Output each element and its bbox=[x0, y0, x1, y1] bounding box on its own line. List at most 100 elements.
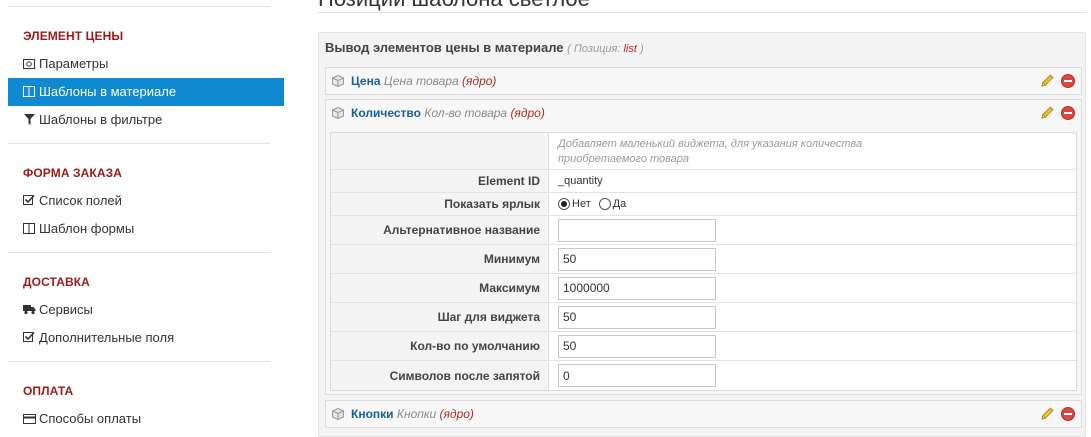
sidebar-item-label: Список полей bbox=[39, 193, 122, 208]
filter-icon bbox=[23, 114, 35, 126]
sidebar-item-extra-fields[interactable]: Дополнительные поля bbox=[8, 324, 284, 352]
cube-icon bbox=[332, 408, 344, 420]
sidebar-item-payment-methods[interactable]: Способы оплаты bbox=[8, 405, 284, 433]
element-desc: Кол-во товара (ядро) bbox=[424, 106, 545, 120]
delete-icon[interactable] bbox=[1061, 74, 1075, 88]
show-label-radios: Нет Да bbox=[558, 193, 634, 215]
alt-name-input[interactable] bbox=[558, 218, 716, 242]
radio-yes-label[interactable]: Да bbox=[613, 198, 627, 210]
divider bbox=[8, 143, 270, 144]
pencil-icon[interactable] bbox=[1039, 73, 1055, 89]
checkbox-icon bbox=[23, 194, 35, 206]
element-core-tag: (ядро) bbox=[510, 106, 545, 120]
param-label: Символов после запятой bbox=[331, 361, 549, 390]
element-header[interactable]: Цена Цена товара (ядро) bbox=[326, 68, 1081, 94]
param-value bbox=[558, 303, 716, 331]
position-prefix: ( Позиция: bbox=[567, 43, 621, 55]
element-buttons[interactable]: Кнопки Кнопки (ядро) bbox=[325, 400, 1082, 428]
param-row-step: Шаг для виджета bbox=[331, 303, 1076, 332]
element-quantity: Количество Кол-во товара (ядро) Добавляе… bbox=[325, 99, 1082, 395]
params-table: Добавляет маленький виджета, для указани… bbox=[330, 132, 1077, 391]
element-price[interactable]: Цена Цена товара (ядро) bbox=[325, 67, 1082, 95]
param-value bbox=[558, 332, 716, 360]
section-position: ( Позиция: list ) bbox=[567, 43, 644, 55]
element-title: Цена Цена товара (ядро) bbox=[351, 74, 496, 88]
sidebar-item-fields-list[interactable]: Список полей bbox=[8, 187, 284, 215]
radio-no[interactable] bbox=[558, 198, 570, 210]
param-row-minimum: Минимум bbox=[331, 245, 1076, 274]
sidebar-item-label: Шаблоны в материале bbox=[39, 84, 177, 99]
param-value bbox=[558, 245, 716, 273]
param-value bbox=[558, 361, 716, 390]
sidebar-item-label: Параметры bbox=[39, 56, 109, 71]
money-icon bbox=[23, 59, 35, 71]
element-description: Добавляет маленький виджета, для указани… bbox=[558, 138, 863, 165]
param-row-decimals: Символов после запятой bbox=[331, 361, 1076, 390]
param-label: Минимум bbox=[331, 245, 549, 273]
sidebar-item-label: Сервисы bbox=[39, 302, 93, 317]
credit-card-icon bbox=[23, 414, 36, 426]
columns-icon bbox=[23, 223, 35, 235]
section-title-text: Вывод элементов цены в материале bbox=[325, 40, 564, 55]
sidebar-item-services[interactable]: Сервисы bbox=[8, 296, 284, 324]
sidebar-heading-delivery: Доставка bbox=[23, 275, 90, 289]
sidebar-heading-price-element: Элемент цены bbox=[23, 29, 124, 43]
cube-icon bbox=[332, 107, 344, 119]
delete-icon[interactable] bbox=[1061, 407, 1075, 421]
pencil-icon[interactable] bbox=[1039, 105, 1055, 121]
cube-icon bbox=[332, 75, 344, 87]
columns-icon bbox=[23, 86, 35, 98]
element-desc-text: Кнопки bbox=[396, 407, 437, 421]
divider bbox=[8, 361, 270, 362]
divider bbox=[8, 252, 270, 253]
truck-icon bbox=[23, 304, 36, 316]
sidebar-item-parameters[interactable]: Параметры bbox=[8, 50, 284, 78]
position-section: Вывод элементов цены в материале ( Позиц… bbox=[318, 32, 1086, 437]
param-label: Element ID bbox=[331, 170, 549, 192]
decimals-input[interactable] bbox=[558, 364, 716, 387]
param-row-element-id: Element ID _quantity bbox=[331, 170, 1076, 193]
sidebar: Элемент цены Параметры Шаблоны в материа… bbox=[0, 0, 285, 437]
element-title: Кнопки Кнопки (ядро) bbox=[351, 407, 474, 421]
param-value bbox=[558, 216, 716, 244]
checkbox-icon bbox=[23, 331, 35, 343]
param-label: Шаг для виджета bbox=[331, 303, 549, 331]
element-header[interactable]: Кнопки Кнопки (ядро) bbox=[326, 401, 1081, 427]
element-desc-text: Кол-во товара bbox=[424, 106, 508, 120]
param-value bbox=[558, 274, 716, 302]
sidebar-item-label: Способы оплаты bbox=[39, 411, 142, 426]
minimum-input[interactable] bbox=[558, 247, 716, 271]
default-input[interactable] bbox=[558, 334, 716, 358]
radio-yes[interactable] bbox=[598, 198, 611, 210]
radio-no-label[interactable]: Нет bbox=[572, 198, 591, 210]
sidebar-item-templates-filter[interactable]: Шаблоны в фильтре bbox=[8, 106, 284, 134]
step-input[interactable] bbox=[558, 305, 716, 329]
sidebar-heading-payment: Оплата bbox=[23, 384, 74, 398]
param-row-maximum: Максимум bbox=[331, 274, 1076, 303]
divider bbox=[8, 6, 270, 7]
element-header[interactable]: Количество Кол-во товара (ядро) bbox=[326, 100, 1081, 126]
pencil-icon[interactable] bbox=[1039, 406, 1055, 422]
element-core-tag: (ядро) bbox=[439, 407, 474, 421]
maximum-input[interactable] bbox=[558, 276, 716, 300]
param-row-show-label: Показать ярлык Нет Да bbox=[331, 193, 1076, 216]
element-name: Количество bbox=[351, 106, 421, 120]
element-desc-text: Цена товара bbox=[383, 74, 459, 88]
sidebar-item-form-template[interactable]: Шаблон формы bbox=[8, 215, 284, 243]
element-desc: Цена товара (ядро) bbox=[384, 74, 497, 88]
delete-icon[interactable] bbox=[1061, 106, 1075, 120]
param-label: Показать ярлык bbox=[331, 193, 549, 215]
element-name: Цена bbox=[351, 74, 381, 88]
element-name: Кнопки bbox=[351, 407, 394, 421]
param-label: Альтернативное название bbox=[331, 216, 549, 244]
param-label: Максимум bbox=[331, 274, 549, 302]
sidebar-item-label: Шаблон формы bbox=[39, 221, 135, 236]
page-title: Позиции шаблона светлое bbox=[318, 0, 590, 12]
param-label: Кол-во по умолчанию bbox=[331, 332, 549, 360]
main-content: Позиции шаблона светлое Вывод элементов … bbox=[318, 0, 1091, 437]
divider bbox=[318, 12, 1086, 13]
position-value: list bbox=[623, 43, 637, 55]
sidebar-item-label: Дополнительные поля bbox=[39, 330, 175, 345]
element-core-tag: (ядро) bbox=[462, 74, 497, 88]
sidebar-item-templates-material[interactable]: Шаблоны в материале bbox=[8, 78, 284, 106]
